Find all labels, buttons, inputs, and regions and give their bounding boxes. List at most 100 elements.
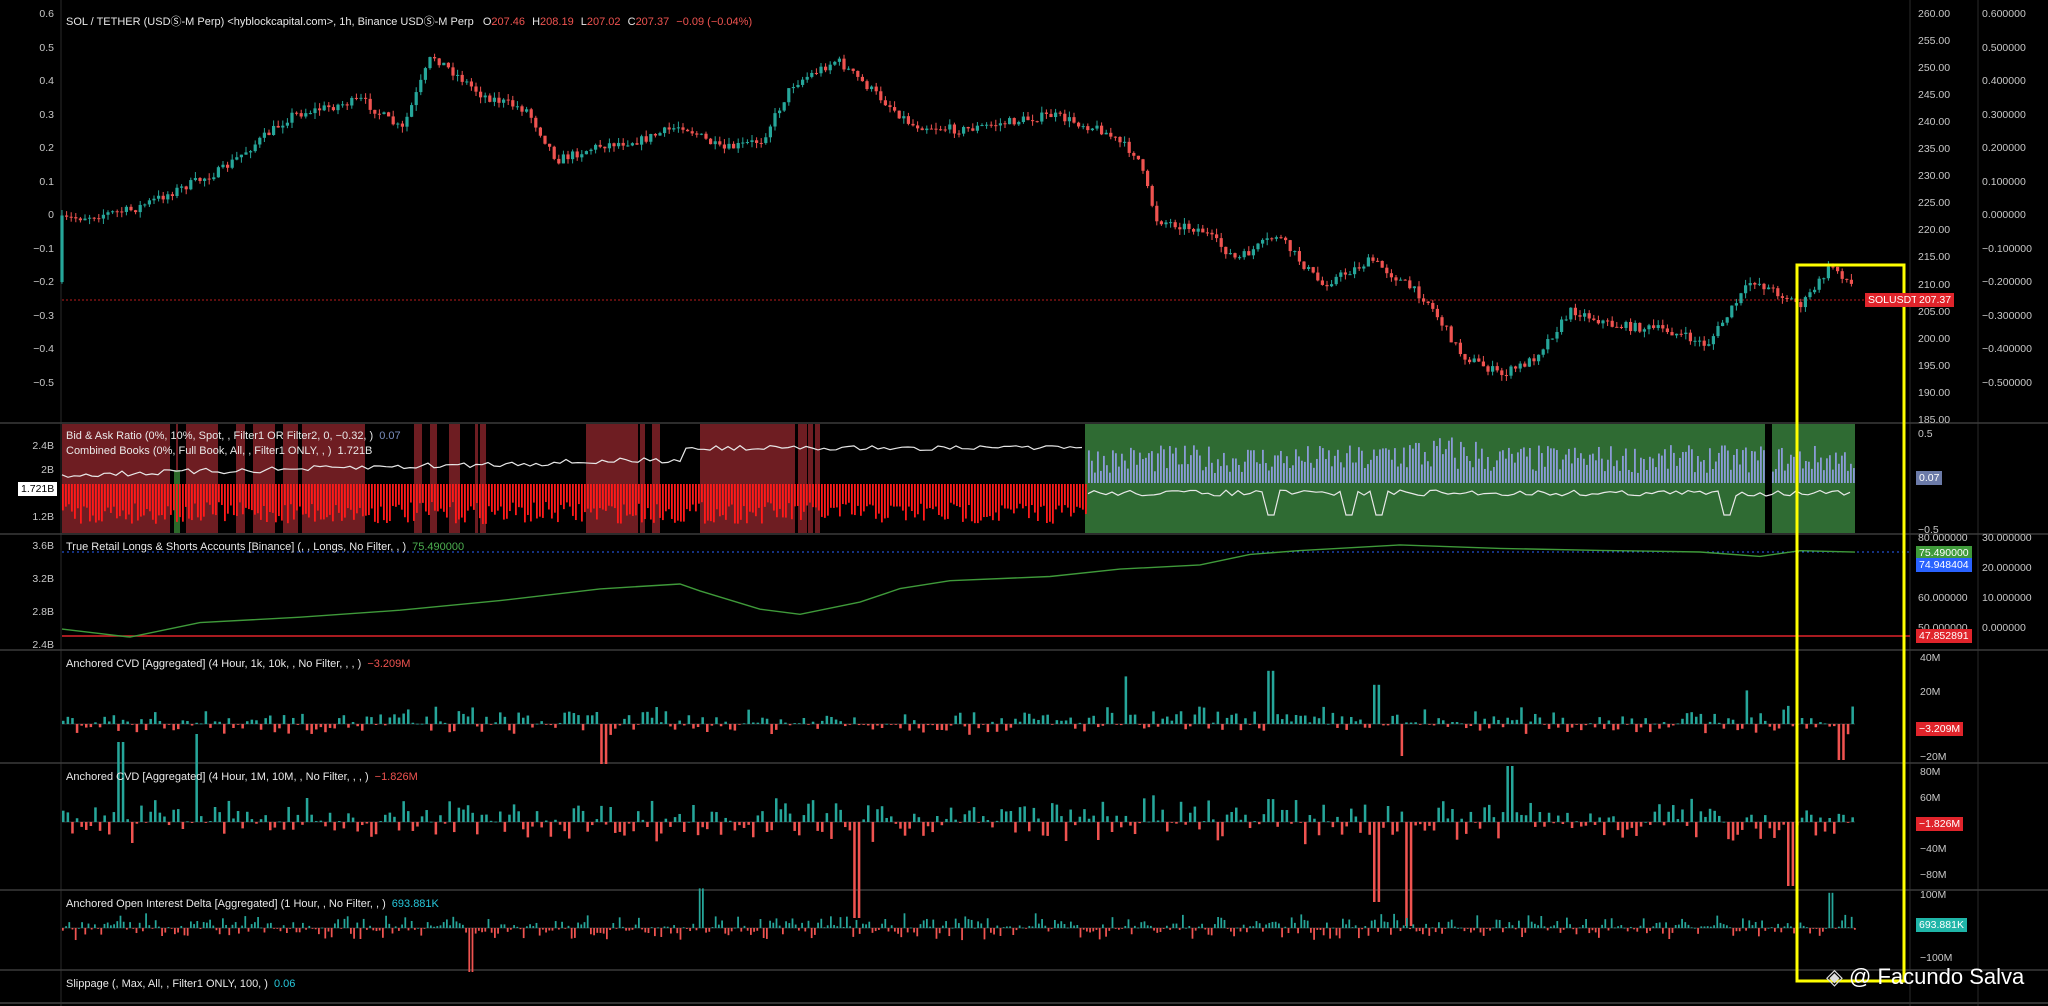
cvd2-bar	[1846, 822, 1850, 823]
oi-bar	[199, 928, 202, 930]
bidask-bar	[1733, 454, 1735, 483]
oi-bar	[298, 928, 301, 933]
oi-bar	[1758, 928, 1760, 937]
oi-bar	[1268, 922, 1271, 928]
oi-bar	[1124, 925, 1127, 928]
bidask-bar	[605, 484, 607, 511]
candle-body	[1146, 170, 1150, 187]
candle-body	[686, 129, 690, 132]
cvd2-bar	[1658, 804, 1661, 822]
oi-bar	[1242, 924, 1245, 928]
cvd2-bar	[1074, 822, 1077, 826]
candle-body	[60, 215, 64, 282]
bidask-bar	[206, 484, 208, 503]
oi-bar	[154, 920, 157, 928]
oi-bar	[1729, 927, 1731, 929]
bidask-bar	[92, 484, 94, 516]
candle-body	[428, 57, 432, 69]
cvd1-bar	[1304, 715, 1307, 724]
cvd1-bar	[816, 724, 819, 729]
candle-body	[244, 152, 248, 155]
oi-bar	[698, 888, 701, 928]
cvd2-bar	[499, 811, 502, 822]
oi-bar	[366, 928, 368, 930]
oi-bar	[1380, 914, 1383, 928]
cvd2-bar	[1621, 822, 1624, 838]
cvd1-bar	[296, 724, 300, 725]
cvd2-bar	[356, 822, 359, 832]
cvd1-bar	[402, 713, 405, 724]
bidask-bar	[1517, 452, 1519, 483]
cvd1-bar	[1506, 717, 1509, 724]
oi-bar	[1140, 922, 1143, 928]
cvd2-bar	[1428, 822, 1431, 826]
cvd2-bar	[1662, 822, 1666, 826]
chart-canvas[interactable]	[0, 0, 2048, 1006]
cvd1-bar	[545, 724, 548, 725]
oi-bar	[1617, 926, 1619, 928]
oi-bar	[254, 922, 256, 928]
bidask-bar	[167, 484, 169, 507]
bidask-bar	[1616, 460, 1618, 483]
candle-body	[1215, 234, 1219, 239]
oi-bar	[1591, 928, 1594, 931]
bidask-bar	[1352, 462, 1354, 483]
cvd2-bar	[402, 801, 405, 822]
cvd1-bar	[756, 722, 760, 724]
cvd1-bar	[752, 722, 755, 724]
oi-bar	[1233, 928, 1235, 937]
oi-bar	[119, 915, 122, 928]
bidask-bar	[713, 484, 715, 523]
cvd1-bar	[351, 721, 355, 724]
bidask-bar	[224, 484, 226, 522]
cvd1-bar	[1552, 712, 1555, 724]
bidask-bar	[848, 484, 850, 503]
price-tick-14: 190.00	[1918, 386, 1951, 399]
cvd2-bar	[719, 822, 723, 835]
candle-body	[791, 87, 795, 89]
oi-bar	[1396, 920, 1399, 928]
candle-body	[1422, 298, 1426, 302]
candle-body	[1026, 116, 1030, 121]
bidask-bar	[353, 484, 355, 520]
retail-left-tick-2: 2.8B	[32, 606, 54, 618]
candle-body	[575, 151, 579, 158]
bidask-bar	[1187, 464, 1189, 483]
cvd1-bar	[715, 717, 718, 724]
cvd1-bar	[802, 717, 806, 724]
cvd1-bar	[1124, 676, 1128, 724]
oi-bar	[1463, 928, 1466, 932]
oi-bar	[1703, 926, 1706, 928]
cvd1-bar	[526, 715, 530, 724]
oi-bar	[510, 928, 512, 930]
bidask-bar	[1445, 449, 1447, 483]
cvd1-bar	[1630, 718, 1634, 724]
cvd1-bar	[1106, 707, 1109, 724]
cvd2-bar	[1101, 801, 1105, 822]
oi-bar	[1764, 928, 1767, 931]
bidask-bar	[566, 484, 568, 503]
bidask-bar	[1646, 469, 1648, 483]
bidask-bar	[1592, 453, 1594, 483]
bidask-bar	[1784, 470, 1786, 483]
bidask-bar	[1838, 463, 1840, 483]
cvd1-bar	[338, 718, 341, 724]
bidask-bar	[1250, 450, 1252, 483]
candle-body	[1596, 319, 1600, 324]
bidask-bar	[617, 484, 619, 524]
cvd1-bar	[232, 724, 235, 728]
cvd1-bar	[204, 711, 208, 724]
bidask-bar	[974, 484, 976, 524]
cvd2-bar	[457, 807, 461, 822]
cvd1-bar	[140, 719, 143, 724]
cvd1-bar	[388, 717, 392, 724]
candle-body	[1665, 328, 1669, 333]
candle-body	[101, 214, 105, 219]
cvd1-bar	[825, 715, 829, 724]
cvd1-bar	[213, 721, 217, 724]
cvd1-bar	[1497, 719, 1500, 724]
cvd1-bar	[1161, 718, 1164, 724]
cvd2-bar	[876, 809, 879, 822]
bidask-bar	[1079, 484, 1081, 508]
candle-body	[934, 128, 938, 130]
